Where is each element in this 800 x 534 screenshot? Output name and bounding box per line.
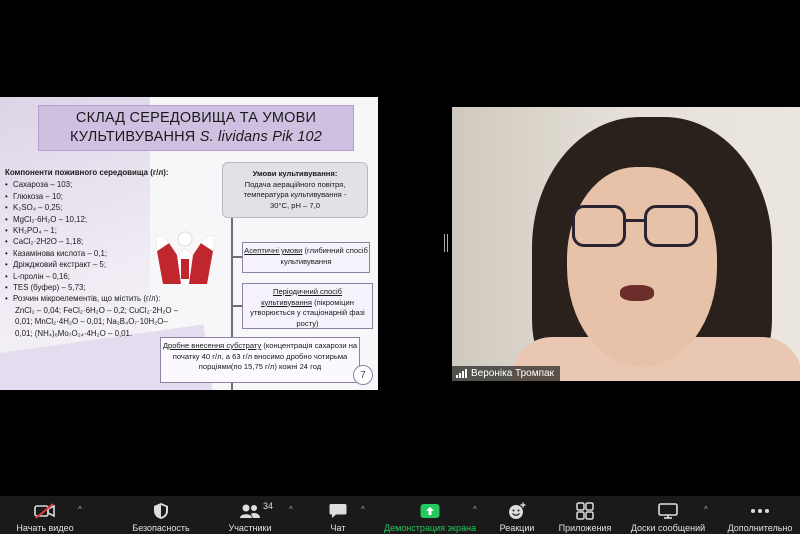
component-item: Глюкоза – 10; — [5, 191, 220, 203]
participants-count: 34 — [263, 501, 274, 511]
more-icon — [750, 501, 770, 521]
whiteboard-icon — [658, 501, 678, 521]
whiteboards-button[interactable]: Доски сообщений — [626, 496, 710, 534]
component-item: Розчин мікроелементів, що містить (г/л): — [5, 293, 220, 305]
chat-icon — [329, 501, 347, 521]
aseptic-conditions-box: Асептичні умови (глибинний спосіб культи… — [242, 242, 370, 273]
start-video-button[interactable]: Начать видео — [10, 496, 80, 534]
slide-page-number: 7 — [353, 365, 373, 385]
chat-button[interactable]: Чат — [318, 496, 358, 534]
batch-cultivation-box: Періодичний спосіб культивування (пікром… — [242, 283, 373, 329]
connector-line — [231, 305, 242, 307]
trace-elements-line: ZnCl₂ – 0,04; FeCl₂·6H₂O – 0,2; CuCl₂·2H… — [15, 305, 179, 315]
apps-button[interactable]: Приложения — [552, 496, 618, 534]
share-options-chevron-icon[interactable]: ^ — [473, 505, 477, 514]
signal-strength-icon — [456, 369, 467, 378]
person-figure-icon — [155, 231, 215, 284]
apps-icon — [576, 501, 594, 521]
substrate-feeding-box: Дробне внесення субстрату (концентрація … — [160, 337, 360, 383]
share-screen-button[interactable]: Демонстрация экрана — [378, 496, 482, 534]
connector-line — [231, 256, 242, 258]
video-off-icon — [34, 501, 56, 521]
trace-elements-line: 0,01; MnCl₂·4H₂O – 0,01; Na₂B₄O₇·10H₂O– — [15, 317, 168, 327]
participants-icon: 34 — [239, 501, 273, 521]
participants-options-chevron-icon[interactable]: ^ — [289, 505, 293, 514]
reactions-button[interactable]: Реакции — [494, 496, 540, 534]
more-button[interactable]: Дополнительно — [720, 496, 800, 534]
components-header: Компоненти поживного середовища (г/л): — [5, 168, 169, 177]
component-item: MgCl₂·6H₂O – 10,12; — [5, 214, 220, 226]
share-screen-icon — [420, 501, 440, 521]
component-item: Сахароза – 103; — [5, 179, 220, 191]
participant-name: Вероніка Тромпак — [471, 368, 554, 379]
shield-icon — [153, 501, 169, 521]
reactions-icon — [508, 501, 526, 521]
component-item: K₂SO₄ – 0,25; — [5, 202, 220, 214]
conditions-box: Умови культивування: Подача аераційного … — [222, 162, 368, 218]
participant-video[interactable]: Вероніка Тромпак — [452, 107, 800, 381]
security-button[interactable]: Безопасность — [124, 496, 198, 534]
participants-button[interactable]: 34 Участники — [218, 496, 282, 534]
whiteboards-options-chevron-icon[interactable]: ^ — [704, 505, 708, 514]
slide-title: СКЛАД СЕРЕДОВИЩА ТА УМОВИ КУЛЬТИВУВАННЯ … — [38, 105, 354, 151]
participant-name-tag: Вероніка Тромпак — [452, 366, 560, 381]
split-view-handle[interactable] — [444, 234, 448, 252]
shared-slide: СКЛАД СЕРЕДОВИЩА ТА УМОВИ КУЛЬТИВУВАННЯ … — [0, 97, 378, 390]
chat-options-chevron-icon[interactable]: ^ — [361, 505, 365, 514]
video-options-chevron-icon[interactable]: ^ — [78, 505, 82, 514]
meeting-toolbar: Начать видео ^ Безопасность 34 Участники… — [0, 496, 800, 534]
